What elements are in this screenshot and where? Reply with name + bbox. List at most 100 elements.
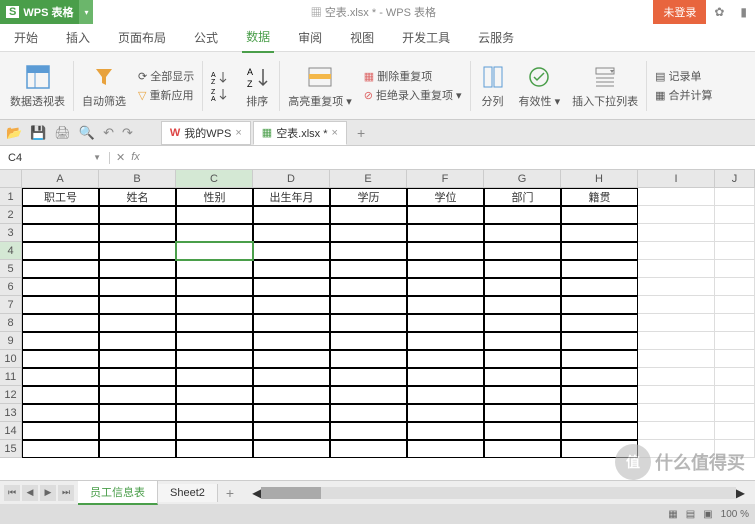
- view-break-icon[interactable]: ▣: [703, 509, 712, 520]
- cell[interactable]: [99, 332, 176, 350]
- sheet-tab[interactable]: Sheet2: [158, 484, 218, 502]
- cell[interactable]: [484, 386, 561, 404]
- cell[interactable]: [99, 314, 176, 332]
- cell[interactable]: 性别: [176, 188, 253, 206]
- cell[interactable]: [561, 422, 638, 440]
- column-header[interactable]: A: [22, 170, 99, 188]
- name-box[interactable]: C4▼: [0, 152, 110, 164]
- cell[interactable]: [407, 278, 484, 296]
- cell[interactable]: [407, 440, 484, 458]
- menu-tab[interactable]: 数据: [242, 22, 274, 53]
- cell[interactable]: [638, 206, 715, 224]
- cell[interactable]: [715, 404, 755, 422]
- scroll-thumb[interactable]: [261, 487, 321, 499]
- row-header[interactable]: 14: [0, 422, 22, 440]
- cell[interactable]: [715, 332, 755, 350]
- column-header[interactable]: G: [484, 170, 561, 188]
- sort-asc-button[interactable]: AZ: [211, 70, 229, 84]
- cell[interactable]: [638, 404, 715, 422]
- cell[interactable]: [561, 404, 638, 422]
- cell[interactable]: [176, 278, 253, 296]
- cell[interactable]: [22, 278, 99, 296]
- column-header[interactable]: C: [176, 170, 253, 188]
- horizontal-scrollbar[interactable]: ◀ ▶: [242, 486, 755, 500]
- cell[interactable]: [484, 404, 561, 422]
- cell[interactable]: [715, 224, 755, 242]
- cell[interactable]: [407, 242, 484, 260]
- cell[interactable]: [484, 278, 561, 296]
- cell[interactable]: 姓名: [99, 188, 176, 206]
- cell[interactable]: [99, 278, 176, 296]
- menu-tab[interactable]: 审阅: [294, 23, 326, 52]
- cell[interactable]: [715, 260, 755, 278]
- cell[interactable]: [176, 350, 253, 368]
- cell[interactable]: [253, 206, 330, 224]
- cell[interactable]: 学历: [330, 188, 407, 206]
- cell[interactable]: [561, 206, 638, 224]
- cell[interactable]: [484, 314, 561, 332]
- column-header[interactable]: E: [330, 170, 407, 188]
- cell[interactable]: [253, 278, 330, 296]
- cell[interactable]: [407, 422, 484, 440]
- cell[interactable]: [330, 296, 407, 314]
- cell[interactable]: [638, 350, 715, 368]
- menu-tab[interactable]: 开始: [10, 23, 42, 52]
- cell[interactable]: 职工号: [22, 188, 99, 206]
- cell[interactable]: [484, 332, 561, 350]
- cell[interactable]: [253, 350, 330, 368]
- more-icon[interactable]: ▮: [732, 5, 755, 19]
- cell[interactable]: [330, 206, 407, 224]
- cell[interactable]: [22, 368, 99, 386]
- last-sheet-button[interactable]: ⏭: [58, 485, 74, 501]
- cell[interactable]: [638, 188, 715, 206]
- insert-dropdown-button[interactable]: 插入下拉列表: [568, 63, 642, 109]
- login-button[interactable]: 未登录: [653, 0, 706, 24]
- cell[interactable]: [407, 206, 484, 224]
- cell[interactable]: [715, 206, 755, 224]
- reject-dup-button[interactable]: ⊘拒绝录入重复项 ▾: [364, 87, 462, 103]
- cell[interactable]: [561, 224, 638, 242]
- cell[interactable]: [561, 260, 638, 278]
- menu-tab[interactable]: 云服务: [474, 23, 518, 52]
- cell[interactable]: [407, 314, 484, 332]
- cell[interactable]: [561, 242, 638, 260]
- cell[interactable]: [253, 386, 330, 404]
- show-all-button[interactable]: ⟳全部显示: [138, 68, 194, 84]
- highlight-dup-button[interactable]: 高亮重复项 ▾: [284, 63, 356, 109]
- redo-icon[interactable]: ↷: [122, 125, 133, 141]
- cell[interactable]: [176, 296, 253, 314]
- cell[interactable]: [561, 350, 638, 368]
- cell[interactable]: [484, 422, 561, 440]
- cell[interactable]: [330, 278, 407, 296]
- cell[interactable]: [330, 368, 407, 386]
- cell[interactable]: [176, 386, 253, 404]
- cell[interactable]: 学位: [407, 188, 484, 206]
- zoom-level[interactable]: 100 %: [721, 509, 749, 520]
- cell[interactable]: [176, 224, 253, 242]
- new-tab-button[interactable]: +: [349, 125, 373, 141]
- row-header[interactable]: 3: [0, 224, 22, 242]
- cell[interactable]: [561, 314, 638, 332]
- cell[interactable]: [253, 422, 330, 440]
- settings-icon[interactable]: ✿: [706, 5, 732, 19]
- cell[interactable]: 部门: [484, 188, 561, 206]
- view-layout-icon[interactable]: ▤: [686, 509, 695, 520]
- cell[interactable]: [22, 422, 99, 440]
- row-header[interactable]: 4: [0, 242, 22, 260]
- cell[interactable]: [176, 206, 253, 224]
- cell[interactable]: [638, 260, 715, 278]
- row-header[interactable]: 8: [0, 314, 22, 332]
- autofilter-button[interactable]: 自动筛选: [78, 63, 130, 109]
- row-header[interactable]: 5: [0, 260, 22, 278]
- print-icon[interactable]: 🖨: [54, 125, 71, 141]
- cell[interactable]: [99, 242, 176, 260]
- cell[interactable]: [638, 422, 715, 440]
- cell[interactable]: [561, 296, 638, 314]
- cell[interactable]: [484, 224, 561, 242]
- cell[interactable]: [22, 206, 99, 224]
- row-header[interactable]: 11: [0, 368, 22, 386]
- cell[interactable]: [22, 296, 99, 314]
- cell[interactable]: [407, 224, 484, 242]
- cell[interactable]: [99, 422, 176, 440]
- cell[interactable]: 籍贯: [561, 188, 638, 206]
